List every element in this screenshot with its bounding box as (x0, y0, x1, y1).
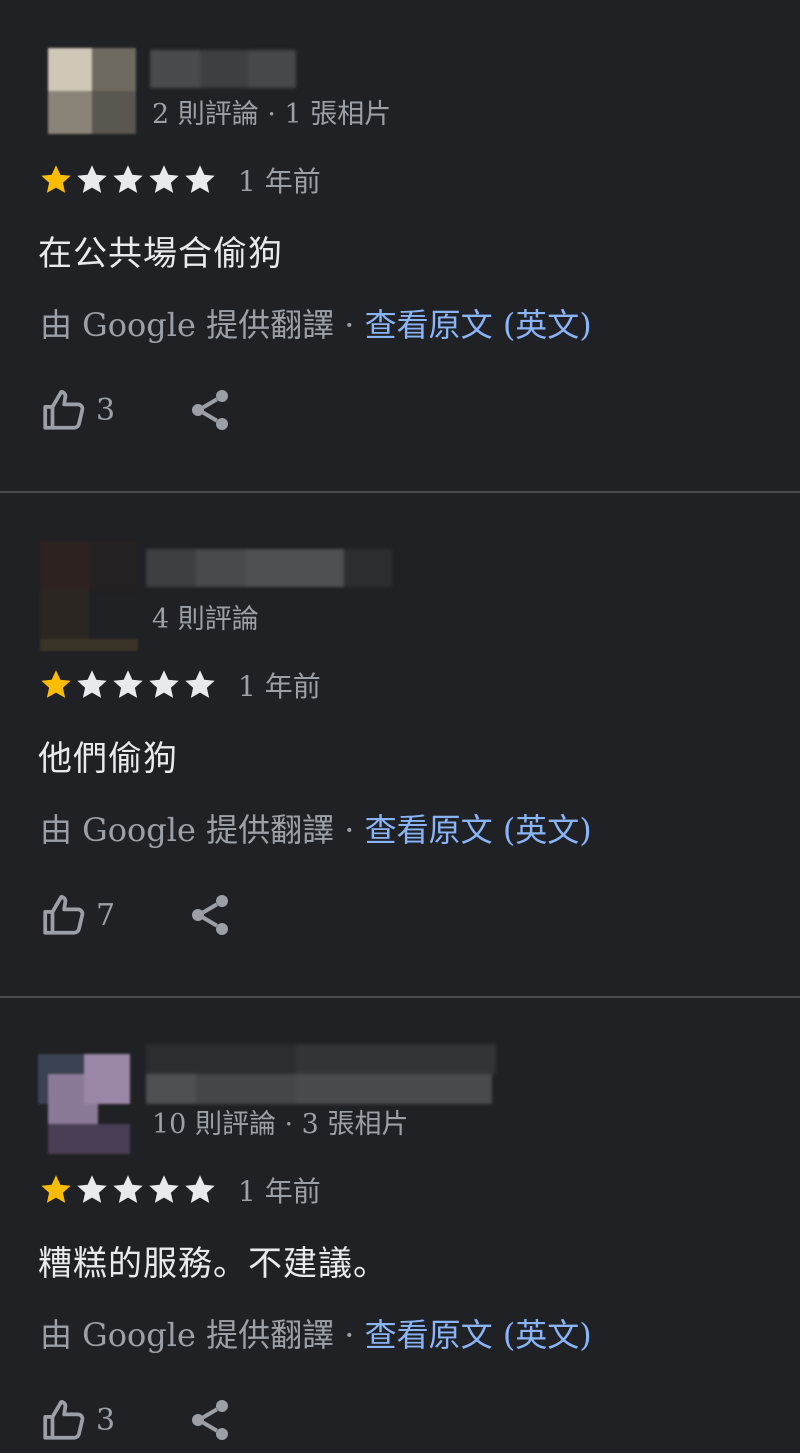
review-card: 4 則評論 1 年前 他們偷狗 由 Google 提供翻譯 · 查看原文 (英文… (0, 505, 800, 1010)
rating-row: 1 年前 (38, 160, 321, 200)
translation-notice: 由 Google 提供翻譯 · 查看原文 (英文) (40, 1310, 592, 1356)
share-icon[interactable] (186, 891, 234, 939)
original-language[interactable]: (英文) (493, 811, 592, 849)
thumbs-up-icon[interactable] (40, 890, 90, 940)
star-empty-icon (77, 670, 107, 698)
avatar-pixel (40, 541, 89, 591)
review-time: 1 年前 (238, 165, 321, 198)
like-count: 7 (96, 897, 116, 933)
review-text: 他們偷狗 (38, 739, 178, 779)
reviewer-name-redacted[interactable] (146, 549, 392, 587)
avatar-pixel (48, 91, 92, 134)
translation-notice: 由 Google 提供翻譯 · 查看原文 (英文) (40, 300, 592, 346)
view-original-link[interactable]: 查看原文 (365, 306, 493, 344)
avatar-pixel (40, 639, 138, 651)
translation-notice: 由 Google 提供翻譯 · 查看原文 (英文) (40, 805, 592, 851)
reviewer-stats: 4 則評論 (152, 604, 259, 635)
reviewer-name-redacted[interactable] (150, 50, 296, 88)
like-count: 3 (96, 1402, 116, 1438)
star-rating (38, 667, 218, 703)
star-filled-icon (41, 1175, 71, 1203)
avatar[interactable] (40, 541, 138, 651)
review-actions: 7 (40, 887, 234, 943)
avatar-pixel (84, 1054, 130, 1104)
avatar-pixel (92, 91, 136, 134)
star-empty-icon (77, 1175, 107, 1203)
star-empty-icon (185, 670, 215, 698)
translation-label: 由 Google 提供翻譯 · (40, 1316, 365, 1354)
divider (0, 491, 800, 493)
reviewer-name-redacted[interactable] (146, 1044, 526, 1104)
view-original-link[interactable]: 查看原文 (365, 1316, 493, 1354)
share-icon[interactable] (186, 1396, 234, 1444)
avatar-pixel (48, 1124, 130, 1154)
star-empty-icon (149, 670, 179, 698)
thumbs-up-icon[interactable] (40, 385, 90, 435)
reviewer-stats: 2 則評論 · 1 張相片 (152, 99, 392, 130)
like-count: 3 (96, 392, 116, 428)
star-empty-icon (149, 165, 179, 193)
reviewer-stats: 10 則評論 · 3 張相片 (152, 1109, 409, 1140)
rating-row: 1 年前 (38, 665, 321, 705)
star-filled-icon (41, 165, 71, 193)
star-rating (38, 1172, 218, 1208)
translation-label: 由 Google 提供翻譯 · (40, 306, 365, 344)
avatar-pixel (92, 48, 136, 91)
avatar-pixel (89, 541, 138, 591)
avatar-pixel (48, 48, 92, 91)
star-empty-icon (149, 1175, 179, 1203)
review-text: 在公共場合偷狗 (38, 234, 283, 274)
divider (0, 996, 800, 998)
translation-label: 由 Google 提供翻譯 · (40, 811, 365, 849)
view-original-link[interactable]: 查看原文 (365, 811, 493, 849)
star-empty-icon (113, 670, 143, 698)
thumbs-up-icon[interactable] (40, 1395, 90, 1445)
review-card: 2 則評論 · 1 張相片 1 年前 在公共場合偷狗 由 Google 提供翻譯… (0, 0, 800, 505)
original-language[interactable]: (英文) (493, 306, 592, 344)
star-empty-icon (185, 165, 215, 193)
review-time: 1 年前 (238, 1175, 321, 1208)
original-language[interactable]: (英文) (493, 1316, 592, 1354)
star-rating (38, 162, 218, 198)
rating-row: 1 年前 (38, 1170, 321, 1210)
star-empty-icon (113, 1175, 143, 1203)
share-icon[interactable] (186, 386, 234, 434)
avatar[interactable] (38, 1054, 130, 1154)
star-empty-icon (77, 165, 107, 193)
avatar-pixel (40, 591, 89, 639)
review-text: 糟糕的服務。不建議。 (38, 1244, 388, 1284)
star-empty-icon (185, 1175, 215, 1203)
star-filled-icon (41, 670, 71, 698)
avatar[interactable] (48, 48, 136, 134)
review-actions: 3 (40, 1392, 234, 1448)
star-empty-icon (113, 165, 143, 193)
review-time: 1 年前 (238, 670, 321, 703)
review-actions: 3 (40, 382, 234, 438)
review-card: 10 則評論 · 3 張相片 1 年前 糟糕的服務。不建議。 由 Google … (0, 1010, 800, 1453)
